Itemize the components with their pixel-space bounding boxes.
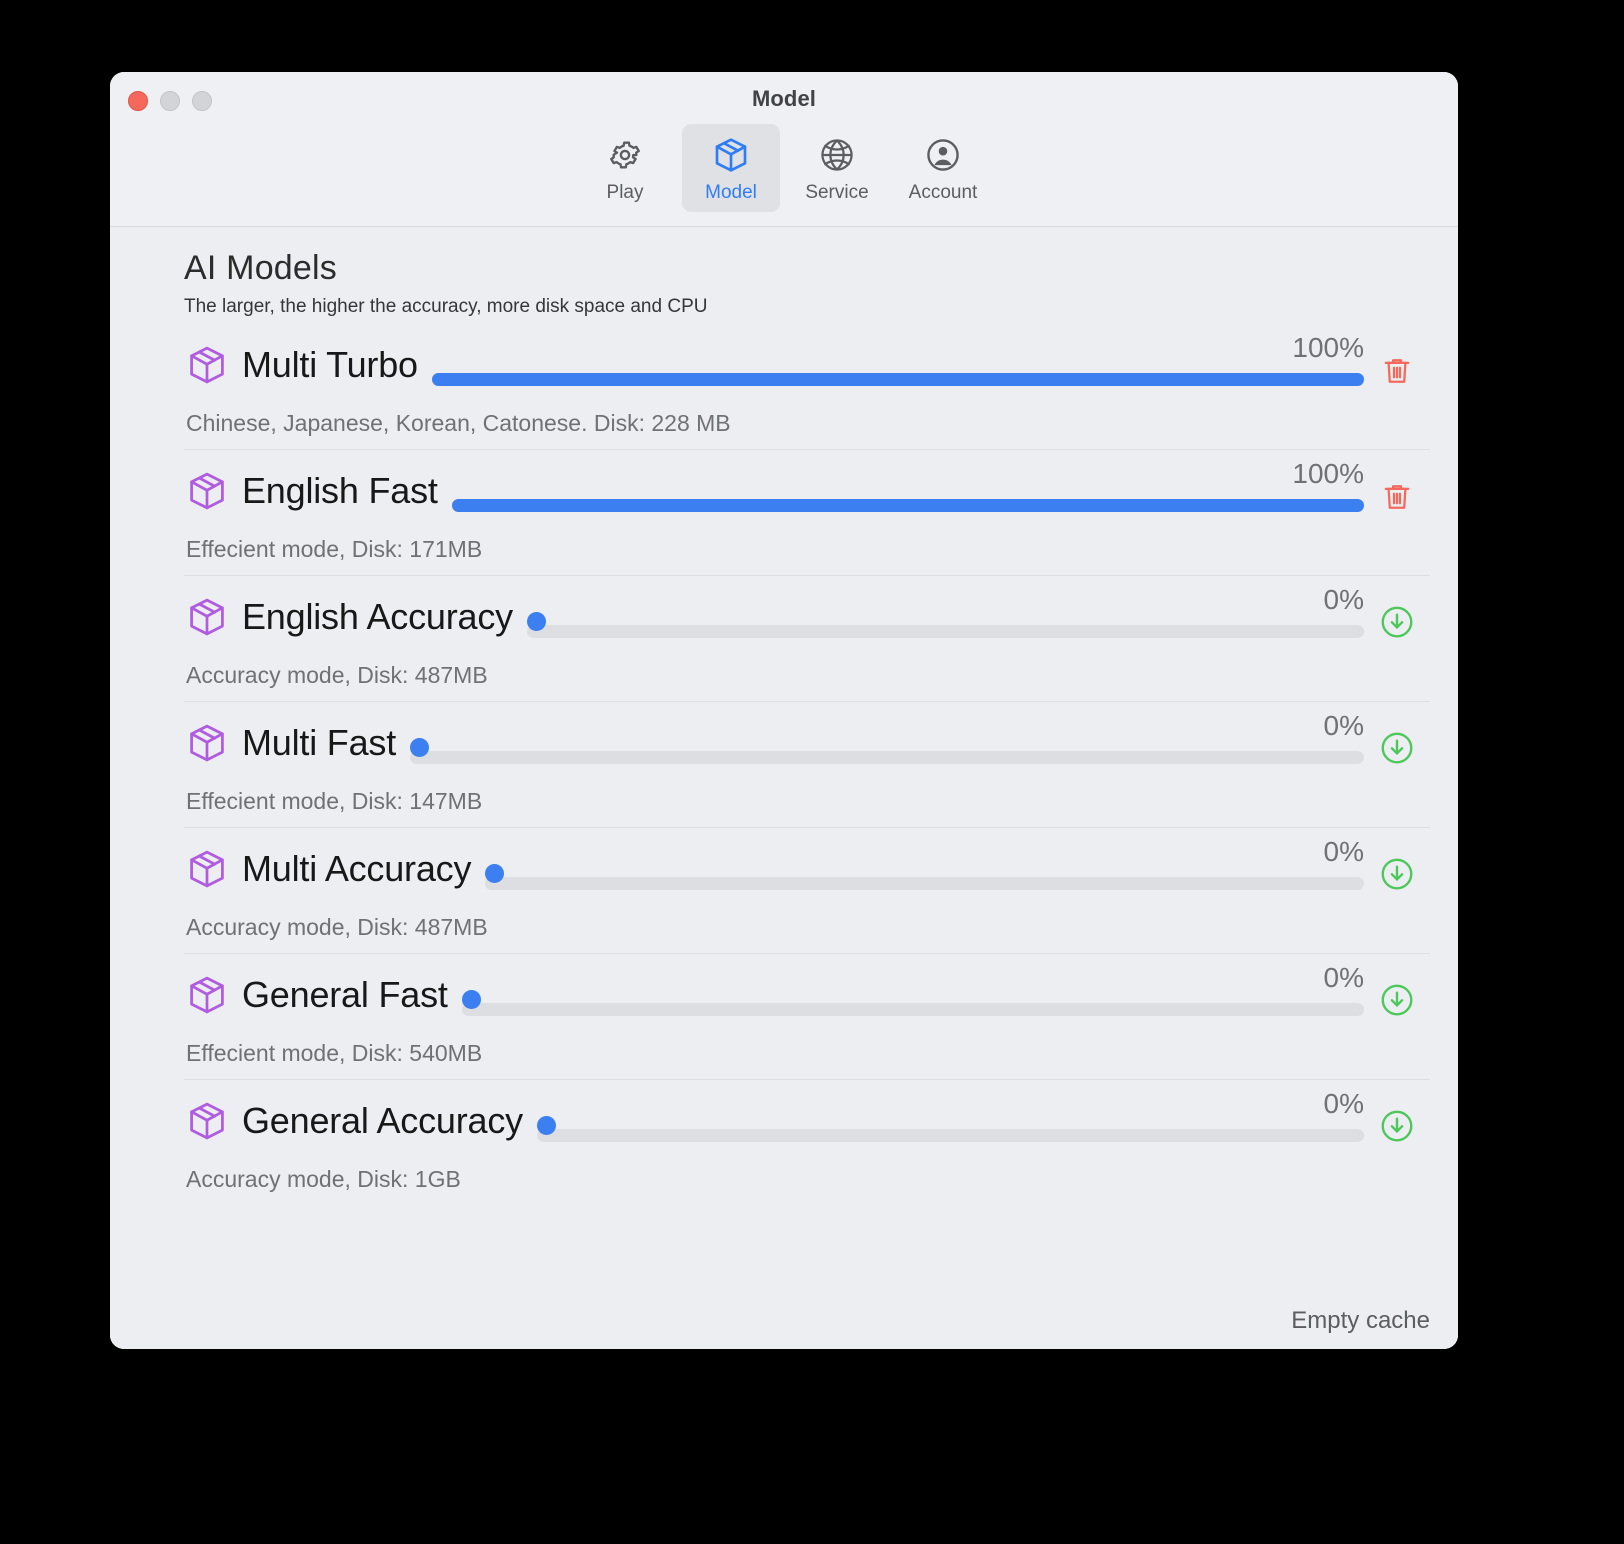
window-title: Model: [751, 86, 817, 111]
cube-icon: [184, 720, 230, 766]
progress-label: 100%: [1292, 458, 1364, 489]
progress-fill: [431, 373, 1364, 386]
trash-icon: [1379, 353, 1415, 394]
tab-play-label: Play: [606, 182, 644, 203]
model-name: English Fast: [242, 470, 438, 511]
model-name: General Accuracy: [242, 1100, 523, 1141]
progress-track: [526, 612, 1364, 638]
download-model-button[interactable]: [1364, 586, 1430, 648]
cube-icon: [184, 342, 230, 388]
model-detail: Accuracy mode, Disk: 1GB: [186, 1166, 461, 1192]
download-circle-icon: [1378, 981, 1416, 1024]
download-circle-icon: [1378, 729, 1416, 772]
list-item[interactable]: English Fast 100% Effecient mode, Disk: …: [184, 450, 1430, 576]
window-titlebar[interactable]: Model Play Model Service Account: [110, 72, 1458, 227]
gear-icon: [606, 134, 644, 176]
tab-account[interactable]: Account: [894, 124, 992, 212]
progress-track: [431, 373, 1364, 386]
progress-slider[interactable]: 0%: [526, 584, 1364, 648]
tab-model[interactable]: Model: [682, 124, 780, 212]
model-list: Multi Turbo 100% Chinese, Japanese, Kore…: [184, 324, 1430, 1205]
model-detail: Accuracy mode, Disk: 487MB: [186, 662, 488, 688]
list-item[interactable]: Multi Turbo 100% Chinese, Japanese, Kore…: [184, 324, 1430, 450]
progress-track: [410, 738, 1364, 764]
cube-icon: [711, 134, 751, 176]
list-item[interactable]: General Accuracy 0% Accuracy mode, Disk:…: [184, 1080, 1430, 1205]
progress-slider[interactable]: 0%: [461, 962, 1364, 1026]
tab-account-label: Account: [908, 182, 978, 203]
progress-label: 0%: [1323, 710, 1364, 741]
cube-icon: [184, 1098, 230, 1144]
progress-slider[interactable]: 100%: [431, 332, 1364, 396]
download-circle-icon: [1378, 603, 1416, 646]
progress-label: 0%: [1323, 584, 1364, 615]
progress-track: [451, 499, 1364, 512]
model-name: Multi Turbo: [242, 344, 418, 385]
slider-knob[interactable]: [526, 612, 546, 631]
progress-slider[interactable]: 0%: [536, 1088, 1364, 1152]
model-preferences-window: Model Play Model Service Account AI Mode…: [110, 72, 1458, 1349]
slider-knob[interactable]: [536, 1116, 556, 1135]
progress-label: 0%: [1323, 836, 1364, 867]
list-item[interactable]: English Accuracy 0% Accuracy mode, Disk:…: [184, 576, 1430, 702]
toolbar-tabs: Play Model Service Account: [110, 124, 1458, 212]
list-fade-overlay: [110, 1270, 1458, 1292]
progress-label: 0%: [1323, 1088, 1364, 1119]
progress-label: 0%: [1323, 962, 1364, 993]
list-item[interactable]: Multi Accuracy 0% Accuracy mode, Disk: 4…: [184, 828, 1430, 954]
list-item[interactable]: Multi Fast 0% Effecient mode, Disk: 147M…: [184, 702, 1430, 828]
model-detail: Effecient mode, Disk: 147MB: [186, 788, 483, 814]
globe-icon: [818, 134, 856, 176]
model-name: English Accuracy: [242, 596, 513, 637]
page-subtitle: The larger, the higher the accuracy, mor…: [184, 296, 708, 317]
models-scroll-pane[interactable]: AI Models The larger, the higher the acc…: [110, 227, 1458, 1292]
download-model-button[interactable]: [1364, 1090, 1430, 1152]
tab-service[interactable]: Service: [788, 124, 886, 212]
progress-slider[interactable]: 0%: [485, 836, 1364, 900]
page-title: AI Models: [184, 249, 337, 287]
window-content: AI Models The larger, the higher the acc…: [110, 227, 1458, 1349]
slider-knob[interactable]: [461, 990, 481, 1009]
progress-label: 100%: [1292, 332, 1364, 363]
tab-model-label: Model: [705, 182, 757, 203]
person-circle-icon: [924, 134, 962, 176]
download-model-button[interactable]: [1364, 964, 1430, 1026]
delete-model-button[interactable]: [1364, 334, 1430, 396]
slider-knob[interactable]: [410, 738, 430, 757]
list-item[interactable]: General Fast 0% Effecient mode, Disk: 54…: [184, 954, 1430, 1080]
download-circle-icon: [1378, 1107, 1416, 1150]
download-model-button[interactable]: [1364, 838, 1430, 900]
delete-model-button[interactable]: [1364, 460, 1430, 522]
model-name: Multi Accuracy: [242, 848, 472, 889]
cube-icon: [184, 972, 230, 1018]
model-name: Multi Fast: [242, 722, 397, 763]
model-detail: Effecient mode, Disk: 540MB: [186, 1040, 483, 1066]
progress-track: [485, 864, 1364, 890]
progress-slider[interactable]: 0%: [410, 710, 1364, 774]
tab-service-label: Service: [805, 182, 869, 203]
slider-knob[interactable]: [485, 864, 505, 883]
cube-icon: [184, 594, 230, 640]
download-model-button[interactable]: [1364, 712, 1430, 774]
download-circle-icon: [1378, 855, 1416, 898]
model-detail: Effecient mode, Disk: 171MB: [186, 536, 483, 562]
trash-icon: [1379, 479, 1415, 520]
progress-fill: [451, 499, 1364, 512]
model-detail: Accuracy mode, Disk: 487MB: [186, 914, 488, 940]
window-footer: Empty cache: [110, 1292, 1458, 1349]
model-name: General Fast: [242, 974, 448, 1015]
empty-cache-button[interactable]: Empty cache: [1291, 1307, 1430, 1335]
desktop-backdrop: Model Play Model Service Account AI Mode…: [0, 0, 1624, 1544]
model-detail: Chinese, Japanese, Korean, Catonese. Dis…: [186, 410, 731, 436]
progress-track: [536, 1116, 1364, 1142]
tab-play[interactable]: Play: [576, 124, 674, 212]
progress-slider[interactable]: 100%: [451, 458, 1364, 522]
cube-icon: [184, 468, 230, 514]
progress-track: [461, 990, 1364, 1016]
cube-icon: [184, 846, 230, 892]
